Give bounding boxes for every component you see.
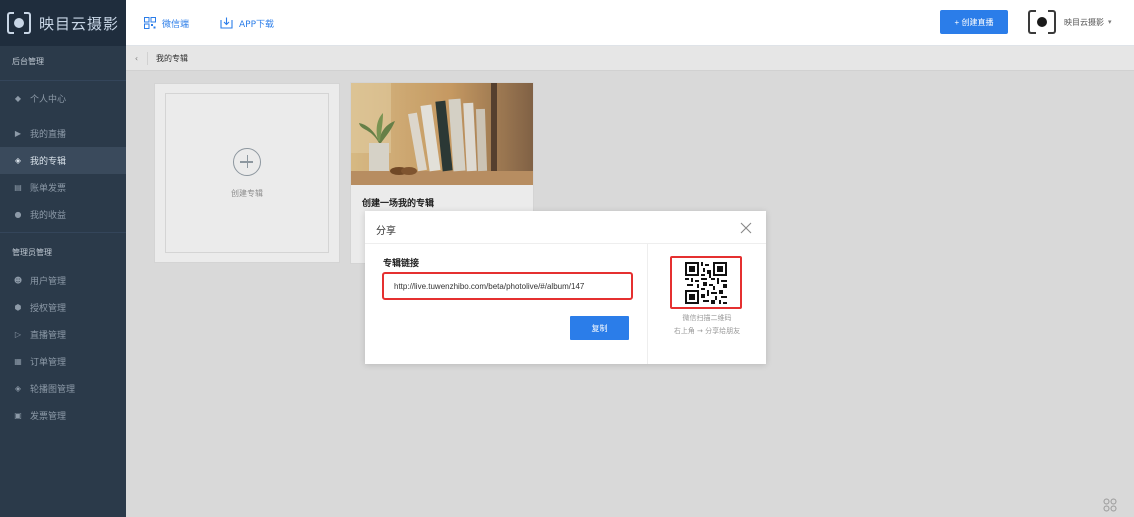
clipboard-icon: ▦: [14, 357, 22, 366]
sidebar: 后台管理 ◆ 个人中心 ▶ 我的直播 ◈ 我的专辑 ▤ 账单发票 ● 我的收益 …: [0, 46, 126, 517]
sidebar-item-label: 我的直播: [30, 130, 67, 140]
wechat-link-label: 微信端: [162, 19, 190, 30]
sidebar-item-live-management[interactable]: ▷ 直播管理: [0, 321, 126, 348]
qr-code-frame: [670, 256, 742, 309]
sidebar-item-label: 订单管理: [30, 358, 67, 368]
sidebar-item-my-albums[interactable]: ◈ 我的专辑: [0, 147, 126, 174]
sidebar-item-my-live[interactable]: ▶ 我的直播: [0, 120, 126, 147]
sidebar-item-authorization[interactable]: ⬢ 授权管理: [0, 294, 126, 321]
sidebar-item-profile[interactable]: ◆ 个人中心: [0, 85, 126, 112]
album-link-label: 专辑链接: [383, 259, 420, 269]
diamond-icon: ◆: [14, 94, 22, 103]
sidebar-item-orders[interactable]: ▦ 订单管理: [0, 348, 126, 375]
share-link-panel: 专辑链接 复制: [365, 244, 647, 364]
layers-icon: ◈: [14, 384, 22, 393]
album-link-input[interactable]: [382, 272, 633, 300]
create-live-button[interactable]: + 创建直播: [940, 10, 1008, 34]
qr-code-image: [685, 261, 727, 304]
top-bar: 映目云摄影 微信端 APP下载 + 创建直播 映目云摄影 ▾: [0, 0, 1134, 46]
play-icon: ▶: [14, 129, 22, 138]
avatar: [1028, 10, 1056, 34]
sidebar-item-label: 个人中心: [30, 95, 67, 105]
document-icon: ▤: [14, 183, 22, 192]
user-menu[interactable]: 映目云摄影 ▾: [1028, 9, 1112, 35]
brand-logo-area[interactable]: 映目云摄影: [0, 0, 126, 46]
chevron-down-icon: ▾: [1108, 18, 1112, 26]
qrcode-icon: [144, 17, 156, 29]
user-name: 映目云摄影: [1064, 17, 1104, 27]
share-dialog: 分享 专辑链接 复制: [365, 211, 766, 364]
sidebar-section-manager: 管理员管理: [12, 247, 52, 257]
sidebar-item-label: 我的专辑: [30, 157, 67, 167]
wechat-link[interactable]: 微信端: [144, 15, 189, 31]
download-icon: [220, 17, 233, 29]
grid-menu-icon[interactable]: [1097, 494, 1123, 516]
sidebar-item-label: 发票管理: [30, 412, 67, 422]
qr-hint-scan: 微信扫描二维码: [682, 314, 732, 322]
sidebar-item-label: 账单发票: [30, 184, 67, 194]
app-download-link[interactable]: APP下载: [220, 15, 274, 31]
divider: [0, 80, 126, 81]
sidebar-item-earnings[interactable]: ● 我的收益: [0, 201, 126, 228]
qr-panel: 微信扫描二维码 右上角 → 分享给朋友: [648, 244, 766, 364]
invoice-icon: ▣: [14, 411, 22, 420]
close-icon[interactable]: [740, 222, 752, 234]
sidebar-item-label: 直播管理: [30, 331, 67, 341]
sidebar-item-label: 授权管理: [30, 304, 67, 314]
divider: [0, 232, 126, 233]
sidebar-section-admin: 后台管理: [12, 56, 44, 66]
sidebar-item-billing[interactable]: ▤ 账单发票: [0, 174, 126, 201]
sidebar-item-label: 我的收益: [30, 211, 67, 221]
copy-button[interactable]: 复制: [570, 316, 629, 340]
dialog-header: 分享: [365, 211, 766, 244]
users-icon: ☻: [13, 276, 23, 285]
shield-icon: ⬢: [14, 303, 22, 312]
coin-icon: ●: [14, 210, 22, 219]
sidebar-item-invoices[interactable]: ▣ 发票管理: [0, 402, 126, 429]
sidebar-item-carousel[interactable]: ◈ 轮播图管理: [0, 375, 126, 402]
sidebar-item-users[interactable]: ☻ 用户管理: [0, 267, 126, 294]
brand-name: 映目云摄影: [39, 14, 120, 33]
dialog-title: 分享: [376, 226, 396, 237]
app-download-label: APP下载: [239, 19, 275, 30]
play-icon: ▷: [14, 330, 22, 339]
sidebar-item-label: 轮播图管理: [30, 385, 76, 395]
qr-hint-share: 右上角 → 分享给朋友: [673, 327, 741, 335]
sidebar-item-label: 用户管理: [30, 277, 67, 287]
layers-icon: ◈: [14, 156, 22, 165]
camera-bracket-logo-icon: [7, 12, 31, 34]
